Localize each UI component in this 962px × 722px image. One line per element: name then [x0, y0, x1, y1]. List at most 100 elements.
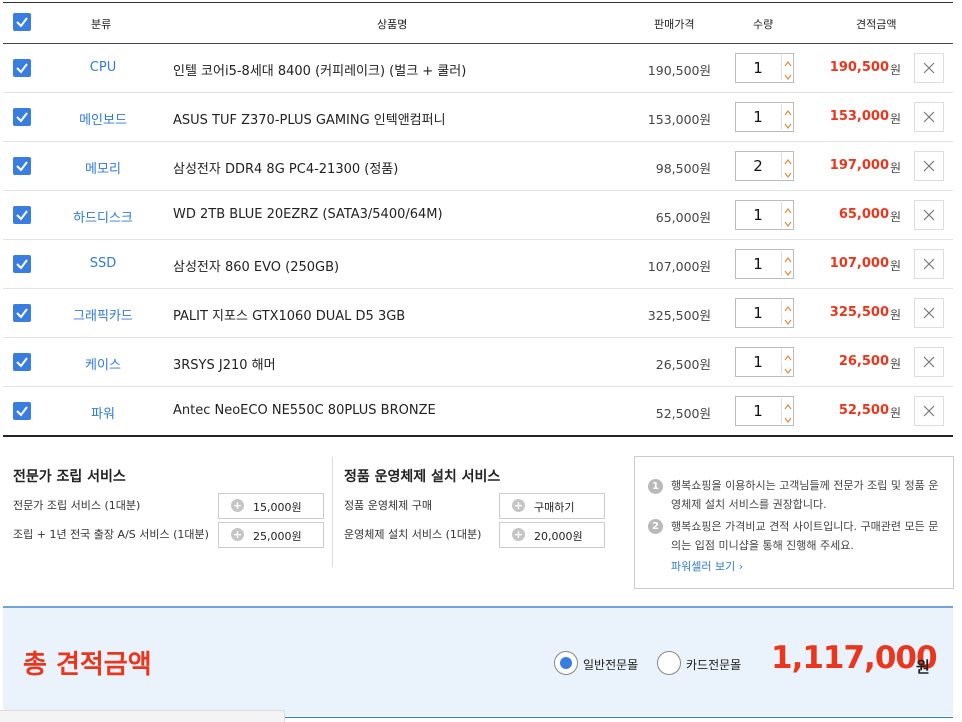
row-checkbox[interactable] [13, 206, 31, 224]
remove-button[interactable] [914, 200, 944, 230]
row-estimate: 190,500 [829, 60, 889, 75]
quantity-value[interactable]: 1 [740, 402, 776, 420]
quantity-up-icon[interactable] [781, 349, 794, 361]
check-icon [16, 210, 28, 221]
os-label-2: 운영체제 설치 서비스 (1대분) [344, 528, 482, 541]
row-product-name[interactable]: PALIT 지포스 GTX1060 DUAL D5 3GB [173, 305, 405, 324]
quantity-up-icon[interactable] [781, 300, 794, 312]
card-mall-radio[interactable] [657, 651, 681, 675]
row-category[interactable]: SSD [55, 256, 151, 271]
close-icon [923, 209, 935, 221]
notice-text-2: 행복쇼핑은 가격비교 견적 사이트입니다. 구매관련 모든 문의는 입점 미니샵… [671, 520, 939, 552]
row-checkbox[interactable] [13, 59, 31, 77]
row-category[interactable]: 그래픽카드 [55, 305, 151, 324]
quantity-up-icon[interactable] [781, 55, 794, 67]
row-product-name[interactable]: 인텔 코어i5-8세대 8400 (커피레이크) (벌크 + 쿨러) [173, 60, 466, 79]
row-checkbox[interactable] [13, 255, 31, 273]
quantity-up-icon[interactable] [781, 398, 794, 410]
quantity-down-icon[interactable] [781, 166, 794, 178]
check-icon [16, 17, 28, 28]
row-category[interactable]: 파워 [55, 403, 151, 422]
remove-button[interactable] [914, 396, 944, 426]
quantity-down-icon[interactable] [781, 117, 794, 129]
quantity-value[interactable]: 1 [740, 59, 776, 77]
row-checkbox[interactable] [13, 402, 31, 420]
os-install-button[interactable]: + 20,000원 [499, 522, 605, 548]
quantity-stepper[interactable]: 1 [735, 347, 794, 377]
row-checkbox[interactable] [13, 157, 31, 175]
close-icon [923, 405, 935, 417]
notice-text-1: 행복쇼핑을 이용하시는 고객님들께 전문가 조립 및 정품 운영체제 설치 서비… [671, 479, 939, 511]
quantity-value[interactable]: 1 [740, 353, 776, 371]
row-price: 52,500원 [655, 406, 711, 421]
assembly-add-button-2[interactable]: + 25,000원 [218, 522, 324, 548]
row-product-name[interactable]: 삼성전자 860 EVO (250GB) [173, 256, 339, 275]
general-mall-label[interactable]: 일반전문몰 [583, 656, 638, 673]
row-estimate: 107,000 [829, 256, 889, 271]
close-icon [923, 356, 935, 368]
quantity-value[interactable]: 1 [740, 255, 776, 273]
quantity-down-icon[interactable] [781, 362, 794, 374]
row-estimate: 26,500 [838, 354, 889, 369]
row-category[interactable]: 하드디스크 [55, 207, 151, 226]
remove-button[interactable] [914, 102, 944, 132]
remove-button[interactable] [914, 151, 944, 181]
row-product-name[interactable]: 삼성전자 DDR4 8G PC4-21300 (정품) [173, 158, 398, 177]
card-mall-label[interactable]: 카드전문몰 [686, 656, 741, 673]
bottom-tab-edge [0, 710, 285, 722]
remove-button[interactable] [914, 249, 944, 279]
quantity-down-icon[interactable] [781, 264, 794, 276]
row-estimate-currency: 원 [890, 63, 902, 77]
quantity-up-icon[interactable] [781, 251, 794, 263]
row-checkbox[interactable] [13, 304, 31, 322]
quantity-up-icon[interactable] [781, 153, 794, 165]
row-checkbox[interactable] [13, 108, 31, 126]
quantity-stepper[interactable]: 2 [735, 151, 794, 181]
row-checkbox[interactable] [13, 353, 31, 371]
os-buy-button[interactable]: + 구매하기 [499, 493, 605, 519]
row-category[interactable]: 케이스 [55, 354, 151, 373]
quantity-stepper[interactable]: 1 [735, 298, 794, 328]
product-row: SSD 삼성전자 860 EVO (250GB) 107,000원 1 107,000 원 [3, 240, 953, 289]
assembly-label-1: 전문가 조립 서비스 (1대분) [13, 499, 141, 512]
quantity-stepper[interactable]: 1 [735, 53, 794, 83]
row-product-name[interactable]: 3RSYS J210 해머 [173, 354, 276, 373]
quantity-down-icon[interactable] [781, 68, 794, 80]
plus-icon: + [231, 499, 244, 512]
quantity-value[interactable]: 1 [740, 206, 776, 224]
row-product-name[interactable]: Antec NeoECO NE550C 80PLUS BRONZE [173, 403, 436, 418]
table-header: 분류 상품명 판매가격 수량 견적금액 [3, 3, 953, 44]
quantity-down-icon[interactable] [781, 411, 794, 423]
row-product-name[interactable]: ASUS TUF Z370-PLUS GAMING 인텍앤컴퍼니 [173, 109, 446, 128]
quantity-value[interactable]: 1 [740, 304, 776, 322]
product-row: 파워 Antec NeoECO NE550C 80PLUS BRONZE 52,50… [3, 387, 953, 436]
remove-button[interactable] [914, 298, 944, 328]
quantity-value[interactable]: 2 [740, 157, 776, 175]
row-estimate-currency: 원 [890, 112, 902, 126]
row-product-name[interactable]: WD 2TB BLUE 20EZRZ (SATA3/5400/64M) [173, 207, 443, 222]
power-seller-link[interactable]: 파워셀러 보기 › [671, 558, 743, 574]
general-mall-radio[interactable] [554, 651, 578, 675]
row-price: 190,500원 [647, 63, 711, 78]
quantity-down-icon[interactable] [781, 313, 794, 325]
check-icon [16, 357, 28, 368]
row-price: 107,000원 [647, 259, 711, 274]
remove-button[interactable] [914, 347, 944, 377]
product-row: 하드디스크 WD 2TB BLUE 20EZRZ (SATA3/5400/64M)… [3, 191, 953, 240]
quantity-stepper[interactable]: 1 [735, 396, 794, 426]
row-estimate: 325,500 [829, 305, 889, 320]
quantity-stepper[interactable]: 1 [735, 249, 794, 279]
row-category[interactable]: 메모리 [55, 158, 151, 177]
quantity-up-icon[interactable] [781, 104, 794, 116]
row-estimate: 197,000 [829, 158, 889, 173]
quantity-value[interactable]: 1 [740, 108, 776, 126]
remove-button[interactable] [914, 53, 944, 83]
select-all-checkbox[interactable] [13, 13, 31, 31]
row-category[interactable]: 메인보드 [55, 109, 151, 128]
quantity-up-icon[interactable] [781, 202, 794, 214]
quantity-stepper[interactable]: 1 [735, 102, 794, 132]
assembly-add-button-1[interactable]: + 15,000원 [218, 493, 324, 519]
row-category[interactable]: CPU [55, 60, 151, 75]
quantity-stepper[interactable]: 1 [735, 200, 794, 230]
quantity-down-icon[interactable] [781, 215, 794, 227]
